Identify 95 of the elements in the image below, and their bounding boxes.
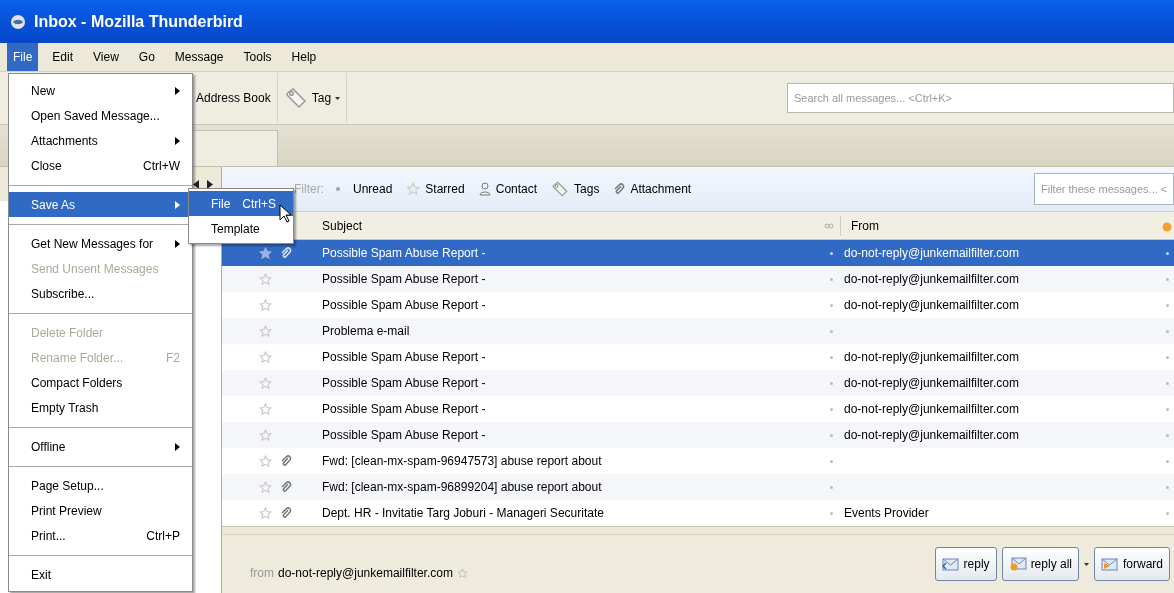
- star-icon[interactable]: [259, 298, 272, 312]
- from-cell-text: do-not-reply@junkemailfilter.com: [844, 271, 1020, 288]
- star-icon[interactable]: [456, 567, 468, 579]
- message-row[interactable]: Possible Spam Abuse Report - do-not-reply@junkemailfilter.com: [222, 266, 1174, 292]
- from-cell-text: do-not-reply@junkemailfilter.com: [844, 349, 1020, 366]
- menu-item[interactable]: Empty Trash: [9, 395, 192, 420]
- menu-bar-item[interactable]: Message: [168, 43, 230, 71]
- menu-item[interactable]: Compact Folders: [9, 370, 192, 395]
- subject-cell-text: Possible Spam Abuse Report -: [322, 349, 487, 366]
- message-row[interactable]: Possible Spam Abuse Report - do-not-reply@junkemailfilter.com: [222, 422, 1174, 448]
- message-row[interactable]: Possible Spam Abuse Report - do-not-reply@junkemailfilter.com: [222, 240, 1174, 266]
- menu-bar-item[interactable]: Help: [285, 43, 323, 71]
- menu-item[interactable]: Print... Ctrl+P: [9, 523, 192, 548]
- envelope-icon: [1008, 557, 1027, 571]
- subject-cell-text: Possible Spam Abuse Report -: [322, 271, 487, 288]
- subject-cell-text: Possible Spam Abuse Report -: [322, 401, 487, 418]
- menu-item[interactable]: Attachments: [9, 128, 192, 153]
- star-icon[interactable]: [259, 246, 272, 260]
- from-cell-text: do-not-reply@junkemailfilter.com: [844, 427, 1020, 444]
- from-cell-text: do-not-reply@junkemailfilter.com: [844, 245, 1020, 262]
- tag-icon: [551, 180, 570, 198]
- mouse-pointer-icon: [279, 204, 291, 223]
- subject-cell-text: Possible Spam Abuse Report -: [322, 245, 487, 262]
- column-header[interactable]: From: [840, 215, 1162, 236]
- shortcut-label: Ctrl+W: [143, 157, 180, 175]
- subject-cell-text: Dept. HR - Invitatie Targ Joburi - Manageri Securitate: [322, 505, 605, 522]
- star-icon[interactable]: [259, 402, 272, 416]
- filter-field[interactable]: Filter these messages... <: [1034, 173, 1174, 205]
- menu-item[interactable]: Exit: [9, 562, 192, 587]
- star-icon[interactable]: [259, 272, 272, 286]
- menu-bar-item[interactable]: Tools: [237, 43, 278, 71]
- star-icon[interactable]: [259, 324, 272, 338]
- subject-cell-text: Fwd: [clean-mx-spam-96947573] abuse report about: [322, 453, 603, 470]
- left-arrow-icon[interactable]: [193, 179, 199, 189]
- shortcut-label: F2: [166, 349, 180, 367]
- shortcut-label: Ctrl+S: [242, 195, 277, 213]
- from-cell-text: Events Provider: [844, 505, 930, 522]
- tag-icon: [283, 86, 308, 110]
- subject-cell-text: Possible Spam Abuse Report -: [322, 427, 487, 444]
- paperclip-icon: [613, 182, 626, 196]
- envelope-icon: [941, 557, 960, 571]
- shortcut-label: Ctrl+P: [146, 527, 180, 545]
- menu-item[interactable]: New: [9, 78, 192, 103]
- filter-button[interactable]: Attachment: [611, 180, 694, 198]
- menu-bar-item[interactable]: Go: [132, 43, 161, 71]
- sender-address: do-not-reply@junkemailfilter.com: [278, 565, 453, 582]
- subject-cell-text: Fwd: [clean-mx-spam-96899204] abuse report about: [322, 479, 603, 496]
- star-icon[interactable]: [259, 428, 272, 442]
- message-row[interactable]: Fwd: [clean-mx-spam-96899204] abuse report about: [222, 474, 1174, 500]
- subject-cell-text: Problema e-mail: [322, 323, 411, 340]
- filter-button[interactable]: Tags: [549, 180, 602, 198]
- menu-item[interactable]: Page Setup...: [9, 473, 192, 498]
- message-row[interactable]: Problema e-mail: [222, 318, 1174, 344]
- star-icon: [406, 182, 421, 196]
- subject-cell-text: Possible Spam Abuse Report -: [322, 297, 487, 314]
- filter-button[interactable]: Unread: [334, 180, 395, 198]
- caret-icon[interactable]: [1084, 562, 1089, 566]
- menu-item[interactable]: File Ctrl+S: [189, 191, 293, 216]
- menu-item[interactable]: Subscribe...: [9, 281, 192, 306]
- from-cell-text: do-not-reply@junkemailfilter.com: [844, 401, 1020, 418]
- window-title: Inbox - Mozilla Thunderbird: [34, 11, 243, 32]
- column-header[interactable]: Subject: [322, 216, 824, 235]
- right-arrow-icon[interactable]: [207, 179, 213, 189]
- message-action-button[interactable]: forward: [1094, 547, 1170, 581]
- menu-item[interactable]: Open Saved Message...: [9, 103, 192, 128]
- thread-icon: [824, 222, 834, 229]
- message-action-button[interactable]: reply all: [1001, 547, 1079, 581]
- message-action-button[interactable]: reply: [934, 547, 997, 581]
- star-icon[interactable]: [259, 506, 272, 520]
- caret-icon: [335, 96, 341, 100]
- star-icon[interactable]: [259, 376, 272, 390]
- menu-item[interactable]: Close Ctrl+W: [9, 153, 192, 178]
- menu-item[interactable]: Get New Messages for: [9, 231, 192, 256]
- message-row[interactable]: Possible Spam Abuse Report - do-not-reply@junkemailfilter.com: [222, 370, 1174, 396]
- filter-button[interactable]: Starred: [404, 180, 467, 198]
- star-icon[interactable]: [259, 480, 272, 494]
- envelope-icon: [1101, 557, 1119, 571]
- filter-button[interactable]: Contact: [476, 180, 540, 198]
- filter-label: Filter:: [294, 181, 324, 198]
- menu-bar-item[interactable]: File: [7, 43, 39, 71]
- menu-item[interactable]: Template: [189, 216, 293, 241]
- person-icon: [478, 182, 491, 196]
- star-icon[interactable]: [259, 350, 272, 364]
- app-icon: [10, 13, 26, 30]
- menu-bar-item[interactable]: Edit: [46, 43, 80, 71]
- menu-item[interactable]: Offline: [9, 434, 192, 459]
- from-cell-text: do-not-reply@junkemailfilter.com: [844, 375, 1020, 392]
- menu-bar-item[interactable]: View: [87, 43, 125, 71]
- star-icon[interactable]: [259, 454, 272, 468]
- menu-item[interactable]: Print Preview: [9, 498, 192, 523]
- from-label: from: [250, 565, 274, 582]
- from-cell-text: do-not-reply@junkemailfilter.com: [844, 297, 1020, 314]
- subject-cell-text: Possible Spam Abuse Report -: [322, 375, 487, 392]
- search-field[interactable]: Search all messages... <Ctrl+K>: [787, 83, 1174, 113]
- toolbar-button[interactable]: Tag: [277, 73, 348, 123]
